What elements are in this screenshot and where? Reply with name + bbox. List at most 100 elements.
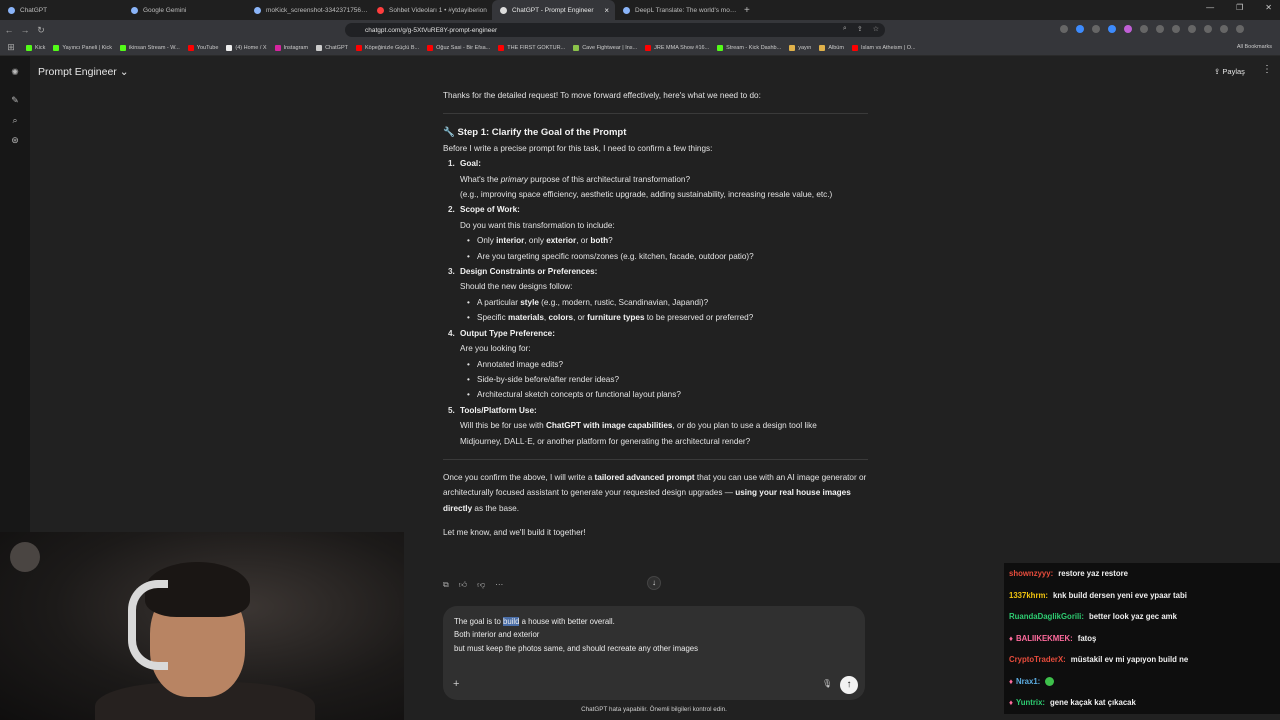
browser-tab[interactable]: moKick_screenshot-3342371756.png [246,0,369,20]
thumbs-up-icon[interactable]: 👍︎ [459,580,467,590]
wrench-icon: 🔧 [443,127,455,139]
minimize-icon[interactable]: — [1206,3,1214,12]
url-input[interactable]: chatgpt.com/g/g-5XtVuRE8Y-prompt-enginee… [345,23,885,37]
divider [443,458,868,460]
bookmark-item[interactable]: YouTube [187,44,218,51]
extension-icon[interactable] [1092,25,1100,33]
extension-icon[interactable] [1156,25,1164,33]
extension-icon[interactable] [1188,25,1196,33]
text: Will this be for use with [460,421,546,431]
bookmark-item[interactable]: Yayıncı Paneli | Kick [53,44,112,51]
browser-tab[interactable]: Sohbet Videoları 1 • #ytdayiberion [369,0,492,20]
browser-tab[interactable]: Google Gemini [123,0,246,20]
bookmark-item[interactable]: Islam vs Atheism | O... [851,44,916,51]
bold: tailored advanced prompt [594,472,695,482]
bookmark-item[interactable]: Kick [26,44,46,51]
bookmark-item[interactable]: Cave Fightwear | Ins... [573,44,637,51]
thumbs-down-icon[interactable]: 👎︎ [477,580,485,590]
back-icon[interactable]: ← [2,25,16,35]
zoom-icon[interactable]: ⌕ [843,25,847,33]
stream-chat-overlay: shownzyyy: restore yaz restore 1337khrm: k… [1004,563,1280,714]
extension-icon[interactable] [1060,25,1068,33]
forward-icon[interactable]: → [18,25,32,35]
chat-message: ♦ BALIIKEKMEK: fatoş [1004,627,1280,649]
new-chat-icon[interactable]: ✎ [9,94,21,106]
more-icon[interactable]: ⋯ [495,580,503,590]
youtube-icon [645,44,652,51]
share-button[interactable]: ⇪ Paylaş [1214,67,1245,76]
text: Specific [477,313,508,323]
all-bookmarks[interactable]: All Bookmarks [1237,44,1272,50]
extension-icon[interactable] [1204,25,1212,33]
bookmark-item[interactable]: Instagram [274,44,308,51]
text: ? [608,236,613,246]
youtube-icon [427,44,434,51]
sub-item: Side-by-side before/after render ideas? [467,372,868,388]
divider [443,113,868,115]
tab-label: ChatGPT [20,6,48,14]
bookmark-item[interactable]: Köpeğinizle Güçlü B... [356,44,420,51]
chatgpt-favicon-icon [8,6,15,14]
browser-tab[interactable]: ChatGPT [0,0,123,20]
extension-icon[interactable] [1172,25,1180,33]
extension-icon[interactable] [1140,25,1148,33]
close-window-icon[interactable]: ✕ [1265,3,1272,12]
bookmark-label: Kick [35,44,46,51]
list-item: 4. Output Type Preference: Are you looki… [443,326,868,403]
browser-tab[interactable]: DeepL Translate: The world's most a… [615,0,738,20]
chat-username: shownzyyy: [1009,569,1054,579]
bookmark-star-icon[interactable]: ☆ [873,25,879,33]
extension-icon[interactable] [1108,25,1116,33]
bookmark-item[interactable]: JRE MMA Show #16... [645,44,709,51]
bookmark-label: Köpeğinizle Güçlü B... [365,44,420,51]
profile-avatar-icon[interactable] [1220,25,1228,33]
microphone-icon[interactable]: 🎙︎ [822,679,832,688]
share-page-icon[interactable]: ⇪ [857,25,863,33]
bookmark-item[interactable]: Albüm [819,44,844,51]
bookmark-item[interactable]: Stream - Kick Dashb... [717,44,781,51]
message-composer[interactable]: The goal is to build a house with better… [443,606,865,700]
apps-grid-icon[interactable]: ⊞ [4,42,18,53]
gpt-logo-icon[interactable]: ✺ [9,66,21,78]
gemini-favicon-icon [131,6,138,14]
model-selector[interactable]: Prompt Engineer ⌄ [38,66,129,78]
item-number: 3. [448,267,455,277]
text: Both interior and exterior [454,630,540,640]
chat-username: CryptoTraderX: [1009,655,1066,665]
closing-text: Let me know, and we'll build it together… [443,528,586,538]
tab-label: Sohbet Videoları 1 • #ytdayiberion [389,6,487,14]
attach-plus-icon[interactable]: + [453,678,459,690]
copy-icon[interactable]: ⧉ [443,580,449,590]
bookmark-item[interactable]: Oğuz Sasi - Bir Efsa... [427,44,490,51]
bookmark-item[interactable]: yayın [789,44,811,51]
search-icon[interactable]: ⌕ [9,114,21,126]
reload-icon[interactable]: ↻ [34,25,48,36]
browser-tab-active[interactable]: ChatGPT - Prompt Engineer × [492,0,615,20]
prompt-textarea[interactable]: The goal is to build a house with better… [454,615,698,655]
bookmark-item[interactable]: ikinsan Stream - W... [120,44,180,51]
youtube-icon [851,44,858,51]
menu-icon[interactable] [1236,25,1244,33]
bookmark-item[interactable]: (4) Home / X [226,44,267,51]
send-button[interactable]: ↑ [840,676,858,694]
assistant-message: Thanks for the detailed request! To move… [443,88,868,541]
extension-icon[interactable] [1076,25,1084,33]
bookmark-item[interactable]: ChatGPT [316,44,348,51]
sub-item: Only interior, only exterior, or both? [467,233,868,249]
bookmark-label: THE FIRST GOKTUR... [507,44,566,51]
item-question: Will this be for use with ChatGPT with i… [460,418,868,433]
restore-icon[interactable]: ❐ [1236,3,1243,12]
more-options-icon[interactable]: ⋮ [1262,64,1272,75]
gpts-icon[interactable]: ⊛ [9,134,21,146]
new-tab-icon[interactable]: + [744,5,750,16]
scroll-down-button[interactable]: ↓ [647,576,661,590]
extension-icon[interactable] [1124,25,1132,33]
text: A particular [477,297,521,307]
outro-paragraph: Once you confirm the above, I will write… [443,470,868,516]
bookmark-item[interactable]: THE FIRST GOKTUR... [498,44,566,51]
list-item: 3. Design Constraints or Preferences: Sh… [443,264,868,326]
close-tab-icon[interactable]: × [604,6,609,15]
chat-username: Yuntrix: [1015,698,1046,708]
emote-icon [1045,676,1055,686]
chat-message: 1337khrm: knk build dersen yeni eve ypaar… [1004,584,1280,606]
